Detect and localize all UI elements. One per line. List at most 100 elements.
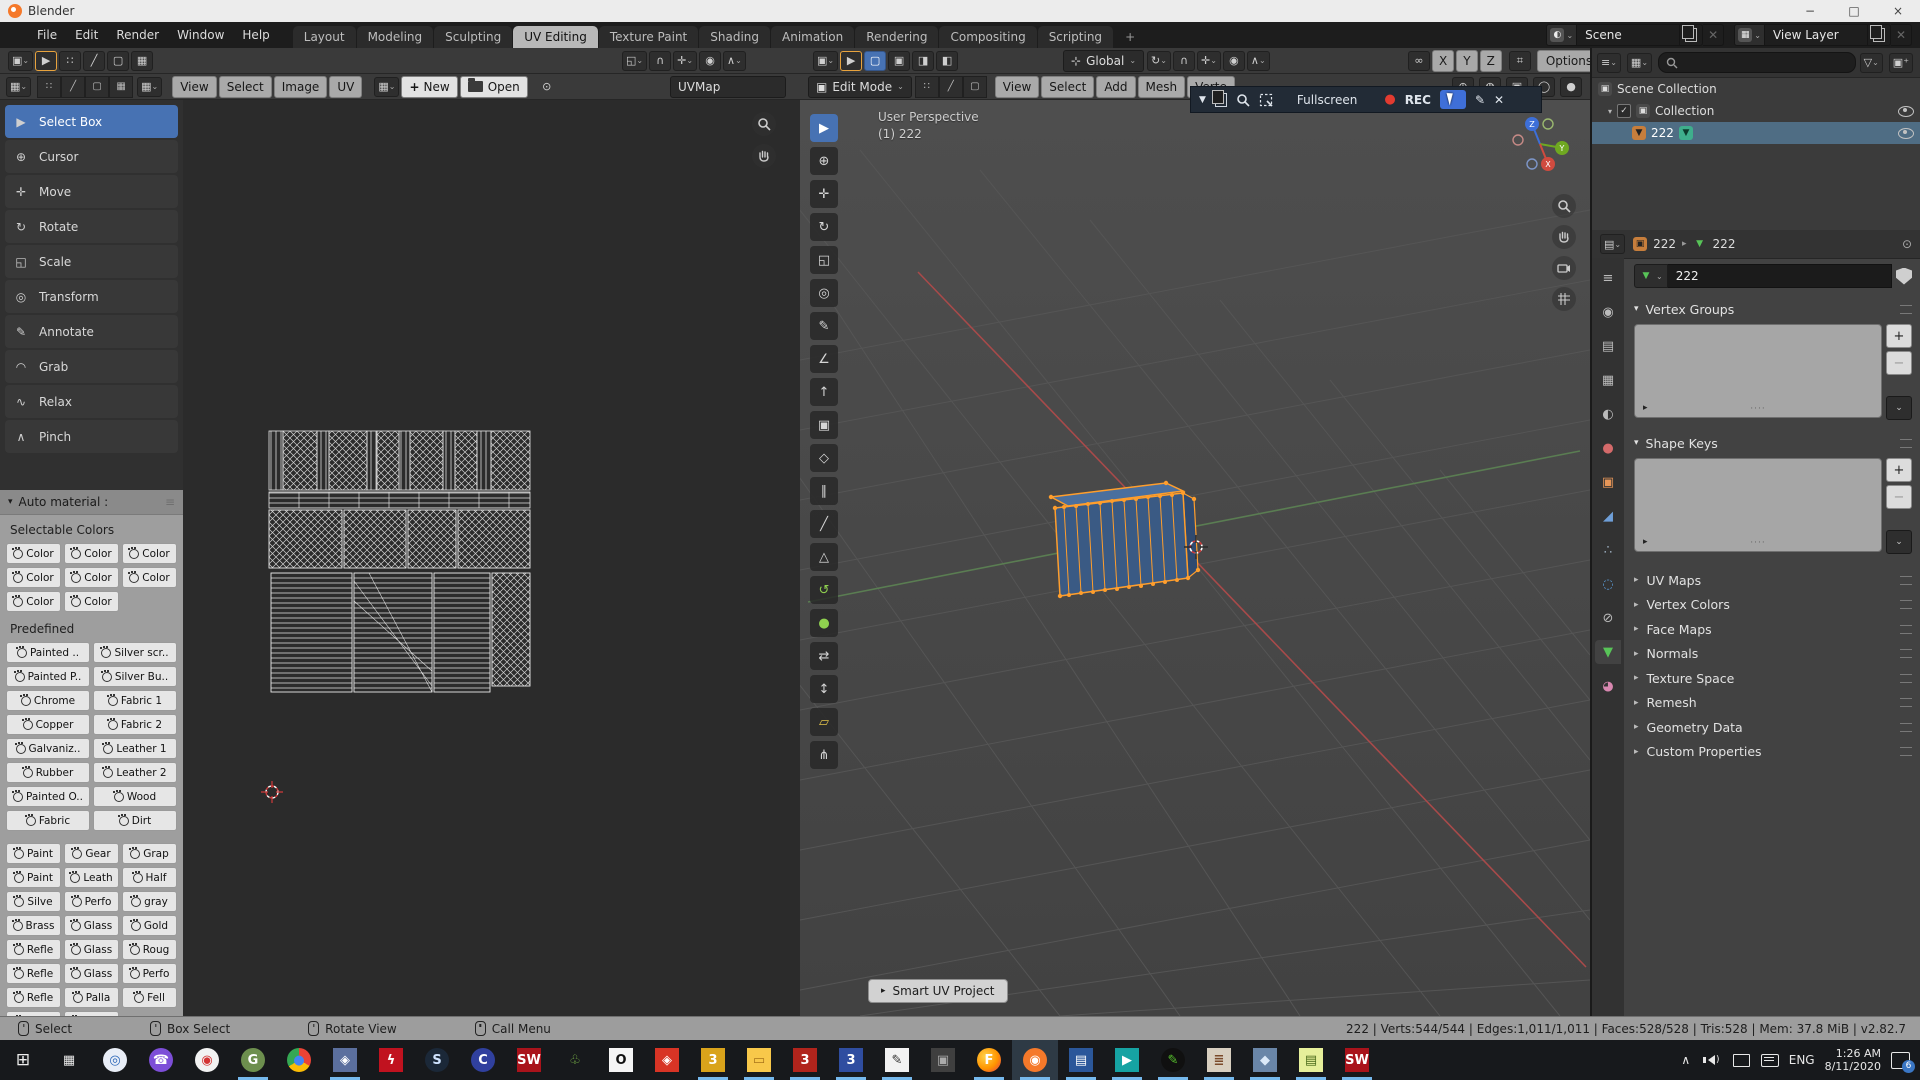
taskbar-icon-yellow-3-app[interactable]: 3 bbox=[690, 1040, 736, 1080]
viewport-tool-smooth[interactable]: ● bbox=[810, 609, 838, 637]
v3d-select-mode-button[interactable]: ∷ bbox=[915, 76, 939, 98]
viewport-tool-shrink-fatten[interactable]: ↕ bbox=[810, 675, 838, 703]
menu-item[interactable]: Window bbox=[168, 22, 233, 48]
small-material-button[interactable]: Refle bbox=[6, 963, 61, 984]
transform-pivot-dropdown[interactable]: ↻⌄ bbox=[1147, 51, 1171, 71]
mirror-axis-button[interactable]: X bbox=[1432, 50, 1454, 72]
blender-logo-icon[interactable] bbox=[8, 27, 24, 43]
small-material-button[interactable]: Palla bbox=[64, 987, 119, 1008]
editor-type-dropdown[interactable]: ▦⌄ bbox=[6, 77, 31, 97]
minimize-button[interactable]: − bbox=[1788, 0, 1832, 22]
predefined-material-button[interactable]: Painted P.. bbox=[6, 666, 90, 687]
workspace-tab[interactable]: Texture Paint bbox=[599, 26, 698, 48]
predefined-material-button[interactable]: Dirt bbox=[93, 810, 177, 831]
properties-tab-output[interactable]: ▤ bbox=[1595, 334, 1621, 358]
filter-funnel-dropdown[interactable]: ▽⌄ bbox=[1860, 53, 1883, 73]
close-button[interactable]: × bbox=[1876, 0, 1920, 22]
snap-toggle[interactable]: ∩ bbox=[1173, 51, 1195, 71]
taskbar-icon-red-diamond-app[interactable]: ◈ bbox=[644, 1040, 690, 1080]
taskbar-icon-recorder[interactable]: ◉ bbox=[184, 1040, 230, 1080]
workspace-tab[interactable]: Sculpting bbox=[434, 26, 512, 48]
scene-name-field[interactable]: Scene bbox=[1577, 24, 1680, 46]
color-material-button[interactable]: Color bbox=[6, 567, 61, 588]
small-material-button[interactable]: Leath bbox=[64, 867, 119, 888]
predefined-material-button[interactable]: Rubber bbox=[6, 762, 90, 783]
viewport-tool-annotate[interactable]: ✎ bbox=[810, 312, 838, 340]
mesh-name-field[interactable]: 222 bbox=[1668, 264, 1892, 288]
taskbar-icon-spiral-app[interactable]: ◎ bbox=[92, 1040, 138, 1080]
breadcrumb-object[interactable]: 222 bbox=[1653, 237, 1676, 251]
collapsed-panel-header[interactable]: ▸ Face Maps bbox=[1634, 617, 1912, 642]
viewport-tool-scale[interactable]: ◱ bbox=[810, 246, 838, 274]
viewport-menu-item[interactable]: View bbox=[995, 76, 1039, 98]
collapsed-panel-header[interactable]: ▸ Custom Properties bbox=[1634, 740, 1912, 765]
small-material-button[interactable]: Fell bbox=[122, 987, 177, 1008]
properties-tab-render[interactable]: ◉ bbox=[1595, 300, 1621, 324]
predefined-material-button[interactable]: Painted O.. bbox=[6, 786, 90, 807]
color-material-button[interactable]: Color bbox=[64, 591, 119, 612]
viewport-tool-bevel[interactable]: ◇ bbox=[810, 444, 838, 472]
outliner-display-mode-dropdown[interactable]: ≡⌄ bbox=[1597, 53, 1621, 73]
workspace-tab[interactable]: Compositing bbox=[939, 26, 1036, 48]
pin-id-icon[interactable]: ⊙ bbox=[1902, 237, 1912, 251]
sticky-selection-dropdown[interactable]: ▦⌄ bbox=[137, 77, 162, 97]
workspace-tab[interactable]: UV Editing bbox=[513, 26, 598, 48]
open-image-button[interactable]: Open bbox=[460, 76, 528, 98]
predefined-material-button[interactable]: Fabric 1 bbox=[93, 690, 177, 711]
outliner-row-collection[interactable]: ▾ ✓ ▣ Collection bbox=[1592, 100, 1920, 122]
uv-tool[interactable]: ⊕ Cursor bbox=[5, 140, 178, 173]
predefined-material-button[interactable]: Fabric 2 bbox=[93, 714, 177, 735]
v3d-select-mode-button-3[interactable]: ◨ bbox=[912, 51, 934, 71]
taskbar-icon-notes-app[interactable]: ▤ bbox=[1288, 1040, 1334, 1080]
viewport-tool-measure[interactable]: ∠ bbox=[810, 345, 838, 373]
workspace-tab[interactable]: Animation bbox=[771, 26, 854, 48]
list-resize-grip[interactable]: ···· bbox=[1750, 538, 1765, 548]
taskbar-icon-chrome[interactable]: ● bbox=[276, 1040, 322, 1080]
small-material-button[interactable]: Silve bbox=[6, 891, 61, 912]
v3d-select-mode-button[interactable]: ▢ bbox=[864, 51, 886, 71]
operator-panel[interactable]: ▸ Smart UV Project bbox=[868, 979, 1008, 1003]
uv-select-mode-button[interactable]: ∷ bbox=[37, 76, 61, 98]
properties-tab-modifiers[interactable]: ◢ bbox=[1595, 504, 1621, 528]
uv-tool[interactable]: ↻ Rotate bbox=[5, 210, 178, 243]
viewport-tool-inset[interactable]: ▣ bbox=[810, 411, 838, 439]
small-material-button[interactable]: Refle bbox=[6, 987, 61, 1008]
uvmap-field[interactable]: UVMap bbox=[670, 76, 786, 98]
v3d-select-mode-button[interactable]: ╱ bbox=[939, 76, 963, 98]
pin-icon[interactable]: ⊙ bbox=[536, 77, 558, 97]
hide-eye-icon[interactable] bbox=[1898, 106, 1914, 117]
collapsed-panel-header[interactable]: ▸ Texture Space bbox=[1634, 666, 1912, 691]
snap-grid-icon[interactable]: ⌗ bbox=[1509, 51, 1531, 71]
color-material-button[interactable]: Color bbox=[6, 591, 61, 612]
uv-ts-mode-button[interactable]: ▢ bbox=[107, 51, 129, 71]
breadcrumb-data[interactable]: 222 bbox=[1713, 237, 1736, 251]
taskbar-icon-firefox[interactable]: F bbox=[966, 1040, 1012, 1080]
uv-tool[interactable]: ◎ Transform bbox=[5, 280, 178, 313]
mirror-axis-button[interactable]: Y bbox=[1456, 50, 1477, 72]
properties-tab-material[interactable]: ◕ bbox=[1595, 674, 1621, 698]
new-image-button[interactable]: +New bbox=[401, 76, 457, 98]
properties-tab-view-layer[interactable]: ▦ bbox=[1595, 368, 1621, 392]
taskbar-icon-oval-app[interactable]: O bbox=[598, 1040, 644, 1080]
maximize-button[interactable]: □ bbox=[1832, 0, 1876, 22]
uv-menu-item[interactable]: Select bbox=[219, 76, 272, 98]
panel-menu-icon[interactable]: ≡ bbox=[165, 495, 175, 509]
taskbar-icon-winrar[interactable]: ≣ bbox=[1196, 1040, 1242, 1080]
fake-user-shield-icon[interactable] bbox=[1896, 268, 1912, 285]
small-material-button[interactable]: gray bbox=[122, 891, 177, 912]
panel-grip[interactable] bbox=[1900, 625, 1912, 634]
small-material-button[interactable]: Perfo bbox=[64, 891, 119, 912]
v3d-active-tool-icon[interactable]: ▣⌄ bbox=[813, 51, 838, 71]
workspace-tab[interactable]: Layout bbox=[293, 26, 356, 48]
small-material-button[interactable]: Gear bbox=[64, 843, 119, 864]
predefined-material-button[interactable]: Leather 1 bbox=[93, 738, 177, 759]
predefined-material-button[interactable]: Chrome bbox=[6, 690, 90, 711]
predefined-material-button[interactable]: Fabric bbox=[6, 810, 90, 831]
transform-orientation-dropdown[interactable]: ⊹ Global⌄ bbox=[1063, 50, 1144, 72]
predefined-material-button[interactable]: Leather 2 bbox=[93, 762, 177, 783]
language-indicator[interactable]: ENG bbox=[1789, 1053, 1815, 1067]
vertex-groups-list[interactable]: ▸ ···· bbox=[1634, 324, 1882, 418]
uv-tool[interactable]: ◱ Scale bbox=[5, 245, 178, 278]
uv-tool[interactable]: ▶ Select Box bbox=[5, 105, 178, 138]
taskbar-icon-red-3-app[interactable]: 3 bbox=[782, 1040, 828, 1080]
